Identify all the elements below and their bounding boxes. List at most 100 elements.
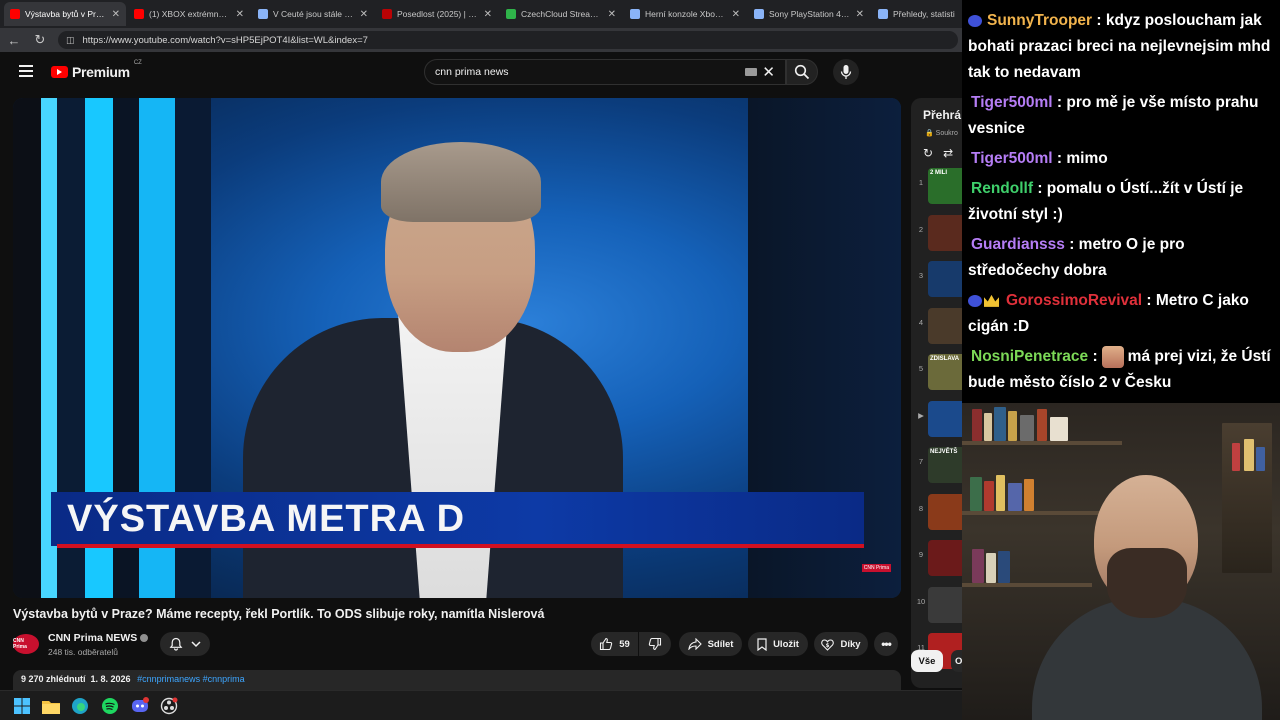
playlist-thumbnail[interactable]: ZDISLAVA: [928, 354, 963, 390]
subscriber-count: 248 tis. odběratelů: [48, 647, 118, 657]
chip-all[interactable]: Vše: [911, 650, 943, 672]
youtube-play-icon: [51, 66, 68, 78]
address-bar[interactable]: ◫ https://www.youtube.com/watch?v=sHP5Ej…: [58, 31, 958, 49]
book: [1020, 415, 1034, 441]
youtube-premium-logo[interactable]: Premium CZ: [51, 60, 142, 80]
subscriber-badge-icon: [968, 294, 982, 307]
playlist-item[interactable]: 4: [911, 306, 963, 346]
video-title: Výstavba bytů v Praze? Máme recepty, řek…: [13, 607, 545, 621]
playlist-thumbnail[interactable]: [928, 540, 963, 576]
browser-tab[interactable]: CzechCloud Stream - W ✕: [500, 2, 622, 26]
url-text: https://www.youtube.com/watch?v=sHP5EjPO…: [82, 34, 368, 46]
stream-chat-overlay: SunnyTrooper : kdyz posloucham jak bohat…: [962, 0, 1280, 403]
reload-icon[interactable]: ↻: [32, 32, 48, 48]
playlist-item[interactable]: 10: [911, 585, 963, 625]
save-button[interactable]: Uložit: [748, 632, 808, 656]
site-info-icon[interactable]: ◫: [66, 35, 75, 46]
bookshelf: [962, 441, 1122, 445]
dislike-button[interactable]: [639, 632, 671, 656]
playlist-item[interactable]: 3: [911, 259, 963, 299]
chat-text: : mimo: [1056, 150, 1108, 167]
back-arrow-icon[interactable]: ←: [6, 33, 22, 48]
tab-close-icon[interactable]: ✕: [112, 9, 120, 20]
playlist-item[interactable]: 1 2 MILI: [911, 166, 963, 206]
chat-separator: :: [1092, 348, 1098, 365]
book: [1008, 411, 1017, 441]
obs-studio-icon[interactable]: [159, 696, 179, 716]
chat-message: NosniPenetrace : má prej vizi, že Ústí bu…: [968, 344, 1276, 396]
shuffle-icon[interactable]: ⇄: [943, 146, 953, 160]
voice-search-button[interactable]: [833, 59, 859, 85]
playlist-item[interactable]: 2: [911, 213, 963, 253]
playlist-item[interactable]: 9: [911, 538, 963, 578]
browser-tab[interactable]: Herní konzole Xbox Seri ✕: [624, 2, 746, 26]
channel-name[interactable]: CNN Prima NEWS: [48, 632, 137, 644]
playlist-thumbnail[interactable]: NEJVĚTŠ: [928, 447, 963, 483]
studio-background: [13, 98, 41, 598]
channel-name-row[interactable]: CNN Prima NEWS: [48, 632, 149, 644]
notifications-button[interactable]: [160, 632, 210, 656]
discord-icon[interactable]: [130, 696, 150, 716]
tab-close-icon[interactable]: ✕: [732, 9, 740, 20]
clear-search-icon[interactable]: ✕: [762, 63, 775, 81]
edge-browser-icon[interactable]: [70, 696, 90, 716]
playlist-thumbnail[interactable]: 2 MILI: [928, 168, 963, 204]
spotify-icon[interactable]: [100, 696, 120, 716]
windows-start-icon[interactable]: [12, 696, 32, 716]
browser-tab[interactable]: Posedlost (2025) | ČSFD ✕: [376, 2, 498, 26]
channel-avatar[interactable]: CNN Prima: [13, 634, 39, 654]
search-icon: [794, 64, 810, 80]
playlist-item[interactable]: 7 NEJVĚTŠ: [911, 445, 963, 485]
playlist-item-index: 2: [918, 224, 924, 234]
loop-icon[interactable]: ↻: [923, 146, 933, 160]
video-description[interactable]: 9 270 zhlédnutí 1. 8. 2026 #cnnprimanews…: [13, 670, 901, 690]
playlist-thumbnail[interactable]: [928, 214, 963, 251]
share-button[interactable]: Sdílet: [679, 632, 742, 656]
chat-username: Tiger500ml: [971, 150, 1053, 167]
video-player[interactable]: VÝSTAVBA METRA D CNN Prima: [13, 98, 901, 598]
search-input[interactable]: cnn prima news ✕: [424, 59, 786, 85]
tab-close-icon[interactable]: ✕: [236, 9, 244, 20]
search-value: cnn prima news: [435, 66, 509, 78]
bell-icon: [169, 637, 183, 651]
playlist-thumbnail[interactable]: [928, 586, 963, 623]
tab-close-icon[interactable]: ✕: [856, 9, 864, 20]
playlist-thumbnail[interactable]: [928, 307, 963, 344]
browser-toolbar: ← ↻ ◫ https://www.youtube.com/watch?v=sH…: [0, 28, 962, 52]
browser-tabstrip: Výstavba bytů v Praze ✕ (1) XBOX extrémně …: [0, 0, 962, 28]
country-code: CZ: [133, 60, 142, 66]
playlist-thumbnail[interactable]: [928, 261, 963, 297]
streamer-beard: [1107, 548, 1187, 618]
hashtags[interactable]: #cnnprimanews #cnnprima: [137, 674, 245, 684]
tab-title: V Ceuté jsou stále tisíce: [273, 9, 355, 19]
like-button[interactable]: 59: [591, 632, 638, 656]
keyboard-icon[interactable]: [745, 68, 757, 76]
playlist-privacy: 🔒 Soukro: [925, 129, 958, 137]
search-button[interactable]: [786, 59, 818, 85]
chat-username: Guardiansss: [971, 236, 1065, 253]
tab-close-icon[interactable]: ✕: [484, 9, 492, 20]
playlist-item[interactable]: 8: [911, 492, 963, 532]
thanks-button[interactable]: $ Díky: [814, 632, 868, 656]
browser-tab[interactable]: Výstavba bytů v Praze ✕: [4, 2, 126, 26]
tab-close-icon[interactable]: ✕: [360, 9, 368, 20]
lock-icon: 🔒: [925, 130, 934, 137]
browser-tab[interactable]: (1) XBOX extrémně zdra ✕: [128, 2, 250, 26]
playlist-item[interactable]: ▶: [911, 399, 963, 439]
playlist-title: Přehrá: [923, 108, 962, 122]
more-actions-button[interactable]: •••: [874, 632, 898, 656]
playlist-item-index: 4: [918, 317, 924, 327]
browser-tab[interactable]: V Ceuté jsou stále tisíce ✕: [252, 2, 374, 26]
browser-tab[interactable]: Sony PlayStation 4 Slim ✕: [748, 2, 870, 26]
hamburger-menu-icon[interactable]: [19, 65, 33, 77]
playlist-item[interactable]: 5 ZDISLAVA: [911, 352, 963, 392]
playlist-thumbnail[interactable]: [928, 400, 963, 437]
file-explorer-icon[interactable]: [41, 696, 61, 716]
thumbnail-text: NEJVĚTŠ: [930, 449, 958, 455]
chevron-down-icon: [191, 641, 201, 648]
playlist-thumbnail[interactable]: [928, 493, 963, 530]
tab-favicon-icon: [630, 9, 640, 19]
tab-close-icon[interactable]: ✕: [608, 9, 616, 20]
guest-hair: [381, 142, 541, 222]
chat-username: SunnyTrooper: [987, 12, 1093, 29]
